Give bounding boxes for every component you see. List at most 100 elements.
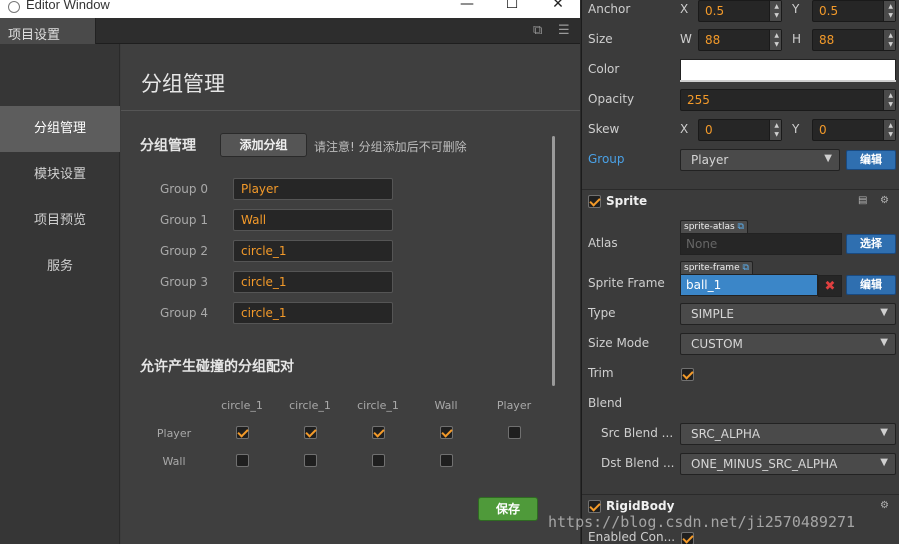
- group-input-1[interactable]: Wall: [233, 209, 393, 231]
- sidebar-item-project-preview[interactable]: 项目预览: [0, 198, 120, 244]
- spin-up-icon[interactable]: ▲: [888, 32, 893, 39]
- group-input-4[interactable]: circle_1: [233, 302, 393, 324]
- external-link-icon[interactable]: ⧉: [742, 263, 748, 273]
- spin-down-icon[interactable]: ▼: [774, 41, 779, 48]
- size-h-input[interactable]: 88 ▲ ▼: [812, 29, 896, 51]
- sidebar-item-group-manager[interactable]: 分组管理: [0, 106, 120, 152]
- menu-icon[interactable]: ☰: [558, 23, 570, 38]
- dst-blend-value: ONE_MINUS_SRC_ALPHA: [691, 457, 838, 471]
- anchor-x-input[interactable]: 0.5 ▲ ▼: [698, 0, 782, 22]
- caret-down-icon: ▼: [880, 307, 888, 318]
- atlas-field[interactable]: None: [680, 233, 842, 255]
- save-button[interactable]: 保存: [478, 497, 538, 521]
- blend-label: Blend: [588, 396, 623, 410]
- external-link-icon[interactable]: ⧉: [738, 222, 744, 232]
- src-blend-select[interactable]: SRC_ALPHA ▼: [680, 423, 896, 445]
- sidebar-item-module-settings[interactable]: 模块设置: [0, 152, 120, 198]
- trim-label: Trim: [588, 366, 614, 380]
- anchor-y-input[interactable]: 0.5 ▲ ▼: [812, 0, 896, 22]
- type-select[interactable]: SIMPLE ▼: [680, 303, 896, 325]
- skew-x-input[interactable]: 0 ▲ ▼: [698, 119, 782, 141]
- atlas-label: Atlas: [588, 236, 618, 250]
- type-select-value: SIMPLE: [691, 307, 735, 321]
- collision-checkbox[interactable]: [508, 426, 521, 439]
- sprite-frame-field[interactable]: ball_1: [680, 274, 818, 296]
- collision-checkbox[interactable]: [304, 454, 317, 467]
- collision-checkbox[interactable]: [372, 454, 385, 467]
- trim-checkbox[interactable]: [681, 368, 694, 381]
- sidebar-item-services[interactable]: 服务: [0, 244, 120, 290]
- size-mode-select[interactable]: CUSTOM ▼: [680, 333, 896, 355]
- group-label[interactable]: Group: [588, 152, 625, 166]
- spin-up-icon[interactable]: ▲: [888, 122, 893, 129]
- group-select[interactable]: Player ▼: [680, 149, 840, 171]
- spin-up-icon[interactable]: ▲: [774, 32, 779, 39]
- enabled-contact-checkbox[interactable]: [681, 532, 694, 544]
- group-input-3[interactable]: circle_1: [233, 271, 393, 293]
- collision-checkbox[interactable]: [236, 454, 249, 467]
- spin-up-icon[interactable]: ▲: [888, 3, 893, 10]
- matrix-col-header: Player: [496, 399, 532, 412]
- add-group-button[interactable]: 添加分组: [220, 133, 307, 157]
- spin-down-icon[interactable]: ▼: [774, 12, 779, 19]
- page-title: 分组管理: [141, 72, 225, 96]
- close-button[interactable]: ✕: [546, 0, 570, 12]
- size-w-input[interactable]: 88 ▲ ▼: [698, 29, 782, 51]
- collision-section-label: 允许产生碰撞的分组配对: [140, 359, 294, 375]
- collision-checkbox[interactable]: [440, 454, 453, 467]
- color-alpha-bar: [680, 80, 896, 82]
- atlas-select-button[interactable]: 选择: [846, 234, 896, 254]
- matrix-row-header: Wall: [162, 455, 186, 468]
- size-mode-label: Size Mode: [588, 336, 650, 350]
- spin-down-icon[interactable]: ▼: [774, 131, 779, 138]
- dst-blend-select[interactable]: ONE_MINUS_SRC_ALPHA ▼: [680, 453, 896, 475]
- collision-checkbox[interactable]: [236, 426, 249, 439]
- popout-icon[interactable]: ⧉: [533, 23, 542, 38]
- rigidbody-title: RigidBody: [606, 499, 675, 513]
- skew-y-input[interactable]: 0 ▲ ▼: [812, 119, 896, 141]
- clear-x-icon[interactable]: ✖: [818, 275, 842, 297]
- skew-y-label: Y: [792, 122, 800, 136]
- spin-up-icon[interactable]: ▲: [888, 92, 893, 99]
- opacity-label: Opacity: [588, 92, 635, 106]
- tab-project-settings[interactable]: 项目设置: [0, 18, 96, 44]
- collision-checkbox[interactable]: [372, 426, 385, 439]
- size-label: Size: [588, 32, 613, 46]
- spin-down-icon[interactable]: ▼: [888, 131, 893, 138]
- window-title: Editor Window: [26, 0, 110, 12]
- anchor-label: Anchor: [588, 2, 631, 16]
- sprite-frame-tag-label: sprite-frame: [684, 263, 740, 273]
- rigidbody-enable-checkbox[interactable]: [588, 500, 601, 513]
- book-icon[interactable]: ▤: [858, 195, 867, 206]
- color-swatch[interactable]: [680, 59, 896, 81]
- size-mode-value: CUSTOM: [691, 337, 743, 351]
- spin-down-icon[interactable]: ▼: [888, 41, 893, 48]
- scrollbar[interactable]: [552, 136, 555, 386]
- add-group-note: 请注意! 分组添加后不可删除: [314, 140, 467, 154]
- caret-down-icon: ▼: [824, 153, 832, 164]
- minimize-button[interactable]: —: [455, 0, 479, 12]
- matrix-col-header: circle_1: [221, 399, 263, 412]
- group-input-2[interactable]: circle_1: [233, 240, 393, 262]
- watermark: https://blog.csdn.net/ji2570489271: [548, 513, 856, 531]
- collision-checkbox[interactable]: [304, 426, 317, 439]
- atlas-tag-label: sprite-atlas: [684, 222, 735, 232]
- sprite-frame-edit-button[interactable]: 编辑: [846, 275, 896, 295]
- spin-down-icon[interactable]: ▼: [888, 101, 893, 108]
- collision-checkbox[interactable]: [440, 426, 453, 439]
- settings-sidebar: 分组管理 模块设置 项目预览 服务: [0, 44, 120, 544]
- spin-down-icon[interactable]: ▼: [888, 12, 893, 19]
- opacity-input[interactable]: 255 ▲ ▼: [680, 89, 896, 111]
- sprite-enable-checkbox[interactable]: [588, 195, 601, 208]
- gear-icon[interactable]: ⚙: [880, 195, 889, 206]
- app-icon: [8, 1, 20, 13]
- gear-icon[interactable]: ⚙: [880, 500, 889, 511]
- group-label-2: Group 2: [160, 244, 208, 258]
- inspector-panel: Anchor X 0.5 ▲ ▼ Y 0.5 ▲ ▼ Size W 88 ▲ ▼ H 88 ▲…: [581, 0, 899, 544]
- spin-up-icon[interactable]: ▲: [774, 3, 779, 10]
- spin-up-icon[interactable]: ▲: [774, 122, 779, 129]
- group-edit-button[interactable]: 编辑: [846, 150, 896, 170]
- group-input-0[interactable]: Player: [233, 178, 393, 200]
- maximize-button[interactable]: ☐: [500, 0, 524, 12]
- group-label-0: Group 0: [160, 182, 208, 196]
